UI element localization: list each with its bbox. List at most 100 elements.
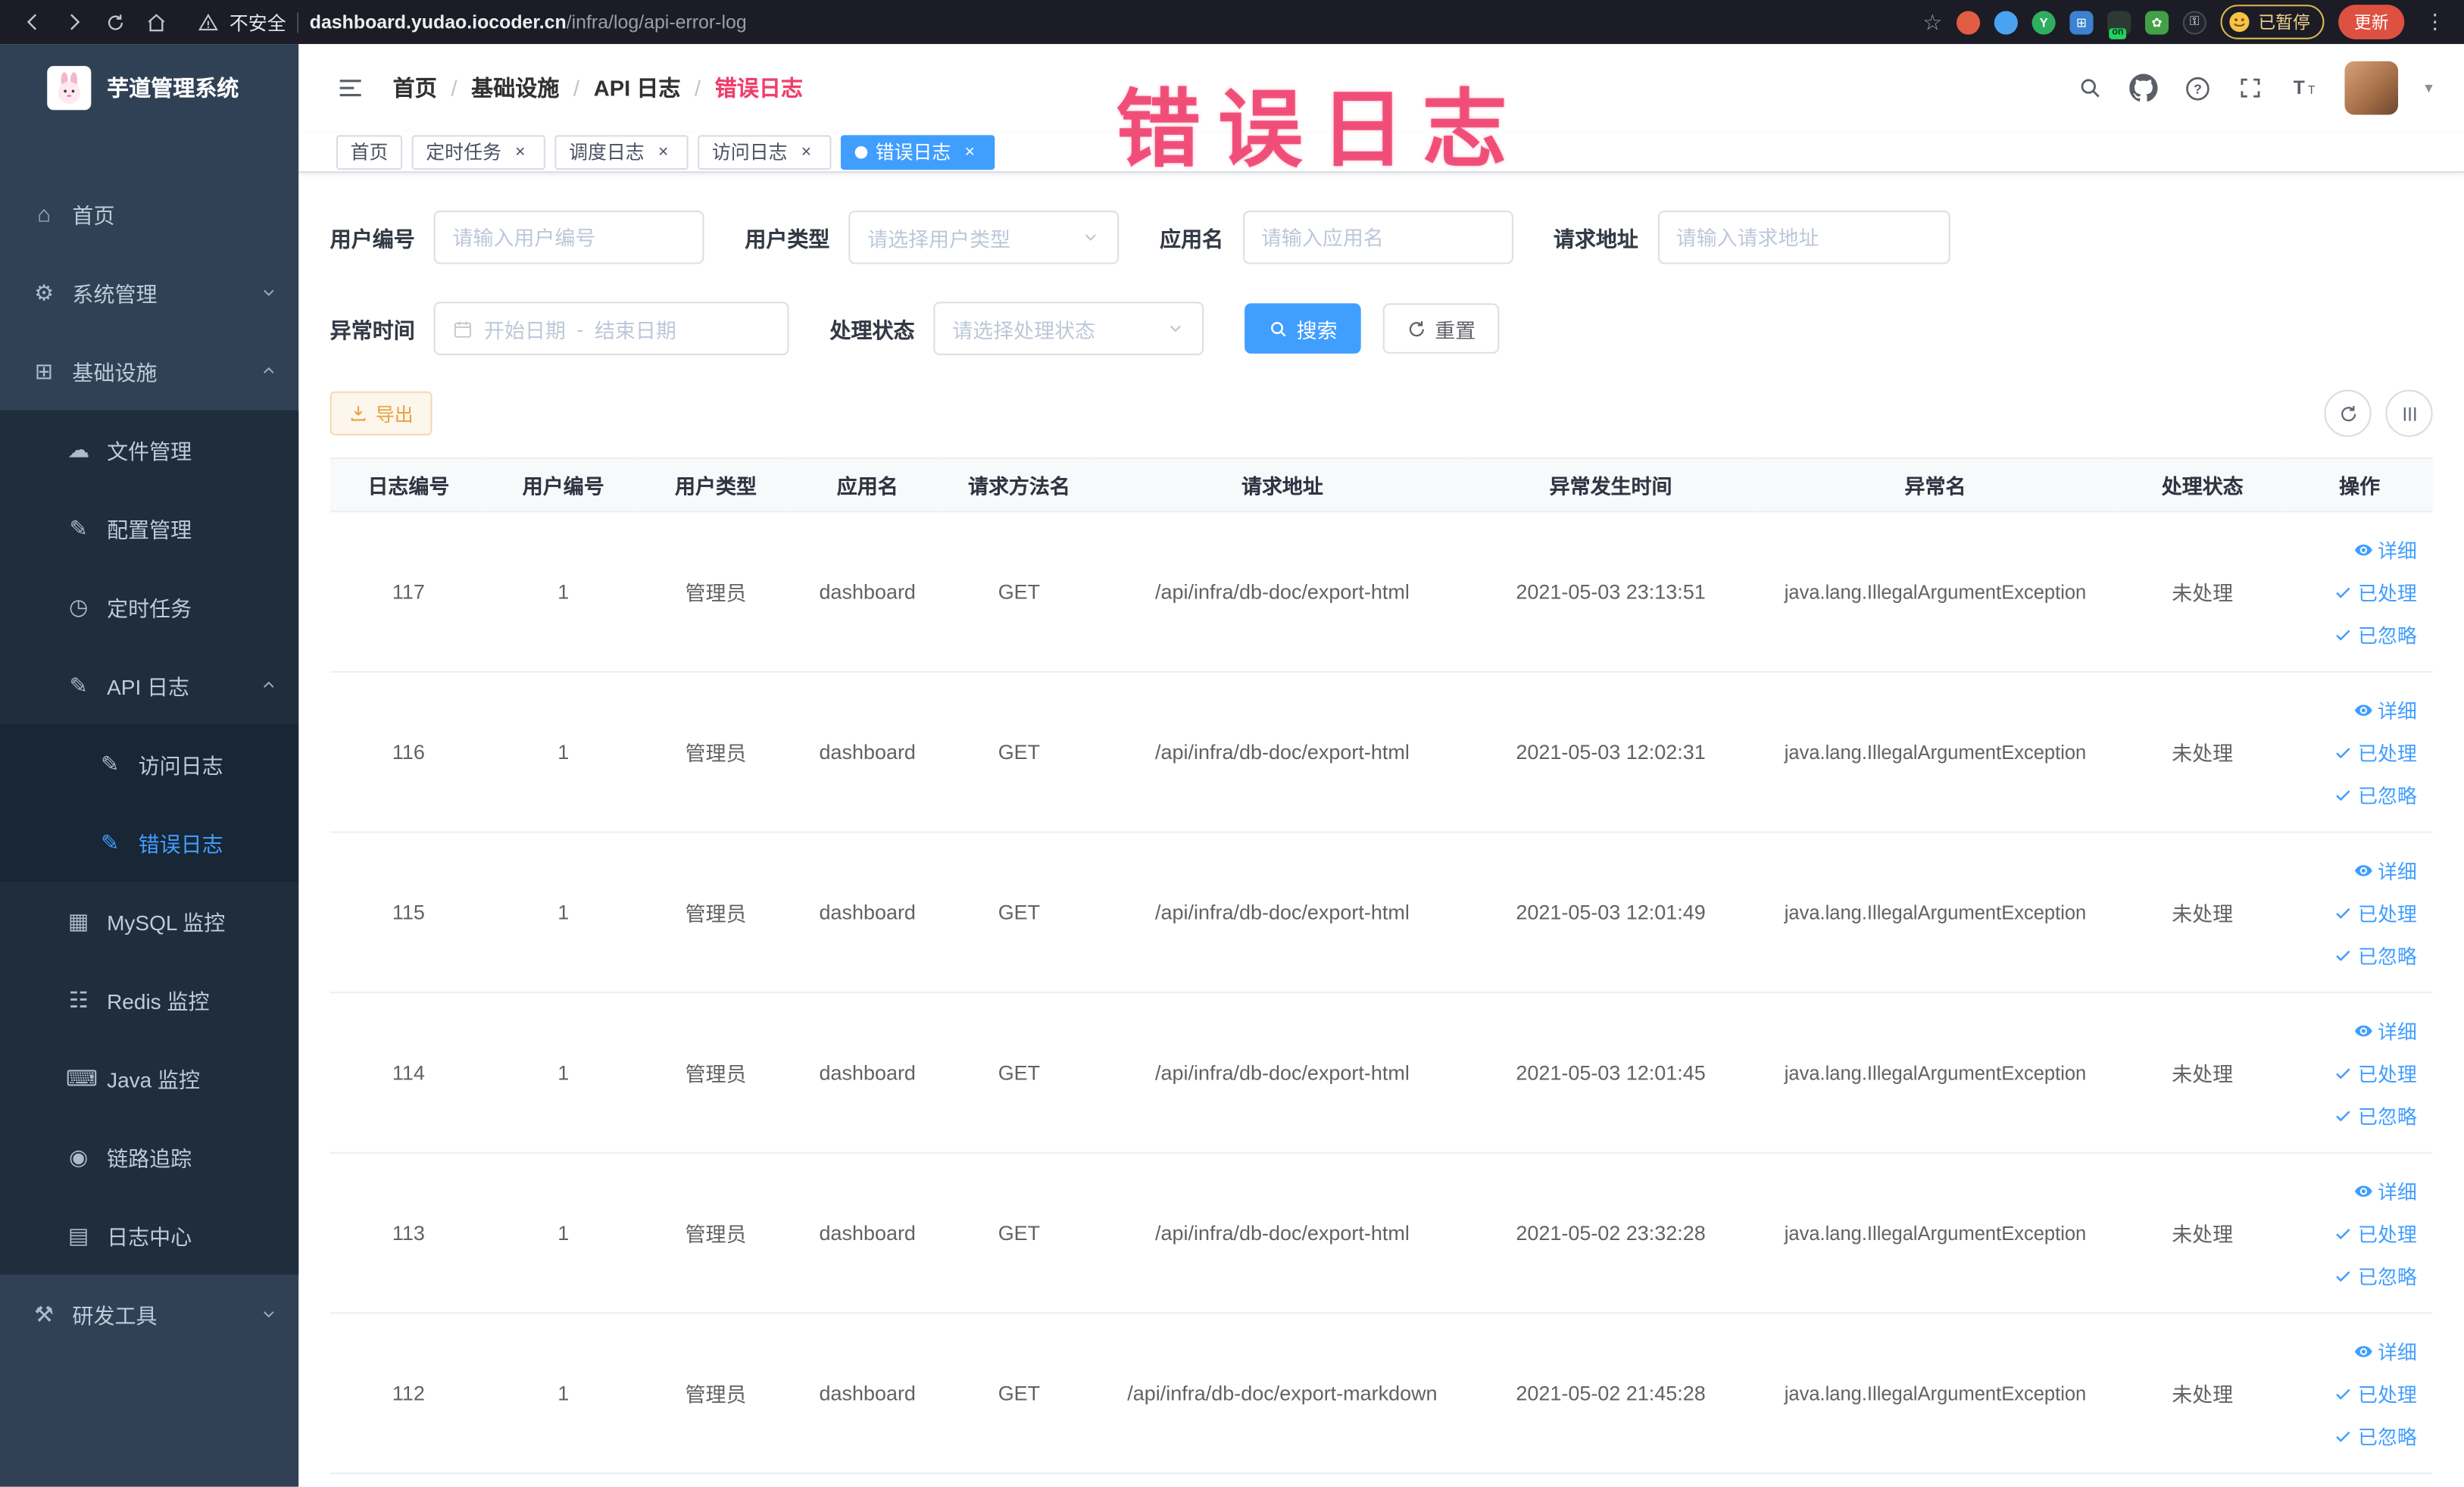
mark-processed-link[interactable]: 已处理 [2334, 732, 2417, 773]
browser-menu-icon[interactable]: ⋮ [2419, 9, 2452, 34]
sidebar-item-access-log[interactable]: ✎ 访问日志 [0, 724, 299, 804]
cell-status: 未处理 [2118, 832, 2287, 994]
bookmark-star-icon[interactable]: ☆ [1922, 8, 1942, 35]
sidebar-item-infrastructure[interactable]: ⊞ 基础设施 [0, 332, 298, 411]
mark-ignored-link[interactable]: 已忽略 [2334, 1415, 2417, 1456]
extension-icon-puzzle[interactable]: ⚿ [2182, 10, 2206, 34]
user-avatar[interactable] [2344, 61, 2398, 115]
cell-user-id: 1 [487, 671, 640, 833]
export-button[interactable]: 导出 [329, 391, 433, 436]
cell-exception-time: 2021-05-02 21:45:28 [1469, 1313, 1753, 1475]
close-icon[interactable]: × [509, 142, 531, 161]
back-icon[interactable] [13, 11, 54, 33]
hamburger-icon[interactable] [336, 74, 364, 102]
mark-processed-link[interactable]: 已处理 [2334, 1213, 2417, 1254]
extension-icon-dark-on[interactable]: on [2107, 10, 2131, 39]
search-button[interactable]: 搜索 [1244, 303, 1361, 354]
sidebar-item-log-center[interactable]: ▤ 日志中心 [0, 1195, 299, 1275]
breadcrumb-home[interactable]: 首页 [393, 72, 437, 103]
extension-icon-blue-grid[interactable]: ⊞ [2069, 10, 2094, 34]
app-logo[interactable]: 芋道管理系统 [0, 44, 298, 130]
tab-access-log[interactable]: 访问日志 × [698, 134, 832, 170]
sidebar-item-error-log[interactable]: ✎ 错误日志 [0, 803, 299, 882]
sidebar-item-api-logs[interactable]: ✎ API 日志 [0, 645, 299, 725]
close-icon[interactable]: × [652, 142, 674, 161]
sidebar-item-scheduled-tasks[interactable]: ◷ 定时任务 [0, 567, 299, 646]
mark-ignored-link[interactable]: 已忽略 [2334, 774, 2417, 815]
breadcrumb-separator: / [573, 75, 580, 101]
detail-link[interactable]: 详细 [2354, 1170, 2417, 1211]
font-size-icon[interactable]: TT [2290, 74, 2318, 102]
tab-scheduled-tasks[interactable]: 定时任务 × [411, 134, 545, 170]
help-icon[interactable]: ? [2184, 75, 2211, 102]
refresh-button[interactable] [2324, 389, 2372, 437]
sidebar-item-file-management[interactable]: ☁ 文件管理 [0, 410, 299, 489]
tab-home[interactable]: 首页 [336, 134, 403, 170]
cell-user-type: 管理员 [639, 511, 792, 673]
user-type-select[interactable]: 请选择用户类型 [848, 211, 1120, 264]
mark-processed-link[interactable]: 已处理 [2334, 571, 2417, 612]
cell-user-id: 1 [487, 992, 640, 1154]
detail-link[interactable]: 详细 [2354, 529, 2417, 570]
mark-ignored-link[interactable]: 已忽略 [2334, 1095, 2417, 1136]
mark-ignored-link[interactable]: 已忽略 [2334, 1255, 2417, 1296]
caret-down-icon[interactable]: ▾ [2425, 80, 2432, 97]
svg-text:T: T [2294, 77, 2305, 98]
profile-paused-chip[interactable]: 已暂停 [2220, 5, 2325, 39]
mark-ignored-link[interactable]: 已忽略 [2334, 934, 2417, 975]
app-name-input[interactable] [1260, 225, 1494, 249]
request-url-input[interactable] [1675, 225, 1931, 249]
sidebar-item-trace[interactable]: ◉ 链路追踪 [0, 1117, 299, 1196]
tab-dispatch-log[interactable]: 调度日志 × [554, 134, 689, 170]
sidebar-item-dev-tools[interactable]: ⚒ 研发工具 [0, 1275, 298, 1354]
table-row: 116 1 管理员 dashboard GET /api/infra/db-do… [329, 671, 2433, 833]
user-id-input[interactable] [452, 225, 685, 249]
detail-link[interactable]: 详细 [2354, 1010, 2417, 1051]
breadcrumb-infrastructure[interactable]: 基础设施 [471, 72, 559, 103]
detail-link[interactable]: 详细 [2354, 849, 2417, 890]
browser-home-icon[interactable] [135, 12, 176, 33]
col-request-url: 请求地址 [1095, 457, 1469, 513]
cell-status: 未处理 [2118, 1152, 2287, 1314]
status-select[interactable]: 请选择处理状态 [933, 301, 1204, 355]
mark-processed-link[interactable]: 已处理 [2334, 1052, 2417, 1093]
extension-icon-red[interactable] [1957, 10, 1981, 34]
mark-ignored-link[interactable]: 已忽略 [2334, 614, 2417, 654]
mark-processed-link[interactable]: 已处理 [2334, 892, 2417, 932]
sidebar-item-redis-monitor[interactable]: ☷ Redis 监控 [0, 960, 299, 1039]
mark-processed-link[interactable]: 已处理 [2334, 1373, 2417, 1414]
browser-update-button[interactable]: 更新 [2338, 5, 2405, 39]
extension-icon-green-y[interactable]: Y [2031, 10, 2056, 34]
exception-time-label: 异常时间 [329, 319, 415, 343]
date-range-picker[interactable]: 开始日期 - 结束日期 [433, 301, 789, 355]
sidebar-item-label: API 日志 [107, 676, 190, 700]
eye-icon [2354, 1024, 2372, 1036]
extension-icon-blue-drop[interactable] [1994, 10, 2018, 34]
forward-icon[interactable] [54, 11, 95, 33]
cell-method: GET [942, 1152, 1096, 1314]
reload-icon[interactable] [94, 12, 135, 33]
url-path: /infra/log/api-error-log [566, 11, 747, 33]
fullscreen-icon[interactable] [2238, 76, 2263, 101]
cell-request-url: /api/infra/db-doc/export-html [1095, 992, 1469, 1154]
sidebar-item-config-management[interactable]: ✎ 配置管理 [0, 489, 299, 567]
column-settings-button[interactable] [2385, 389, 2433, 437]
breadcrumb-separator: / [451, 75, 458, 101]
detail-link[interactable]: 详细 [2354, 689, 2417, 730]
close-icon[interactable]: × [795, 142, 817, 161]
sidebar-item-java-monitor[interactable]: ⌨ Java 监控 [0, 1039, 299, 1118]
extension-icon-green-leaf[interactable]: ✿ [2144, 10, 2169, 34]
close-icon[interactable]: × [959, 142, 981, 161]
github-icon[interactable] [2129, 73, 2158, 102]
search-icon[interactable] [2078, 76, 2103, 101]
cloud-icon: ☁ [67, 436, 90, 461]
detail-link[interactable]: 详细 [2354, 1330, 2417, 1371]
url-domain: dashboard.yudao.iocoder.cn [309, 11, 567, 33]
sidebar-item-mysql-monitor[interactable]: ▦ MySQL 监控 [0, 881, 299, 961]
sidebar-item-system-management[interactable]: ⚙ 系统管理 [0, 253, 298, 332]
reset-button[interactable]: 重置 [1382, 303, 1500, 354]
tab-error-log[interactable]: 错误日志 × [841, 134, 995, 170]
address-bar[interactable]: 不安全 dashboard.yudao.iocoder.cn/infra/log… [198, 8, 747, 35]
breadcrumb-api-logs[interactable]: API 日志 [594, 72, 681, 103]
sidebar-item-home[interactable]: ⌂ 首页 [0, 174, 298, 253]
